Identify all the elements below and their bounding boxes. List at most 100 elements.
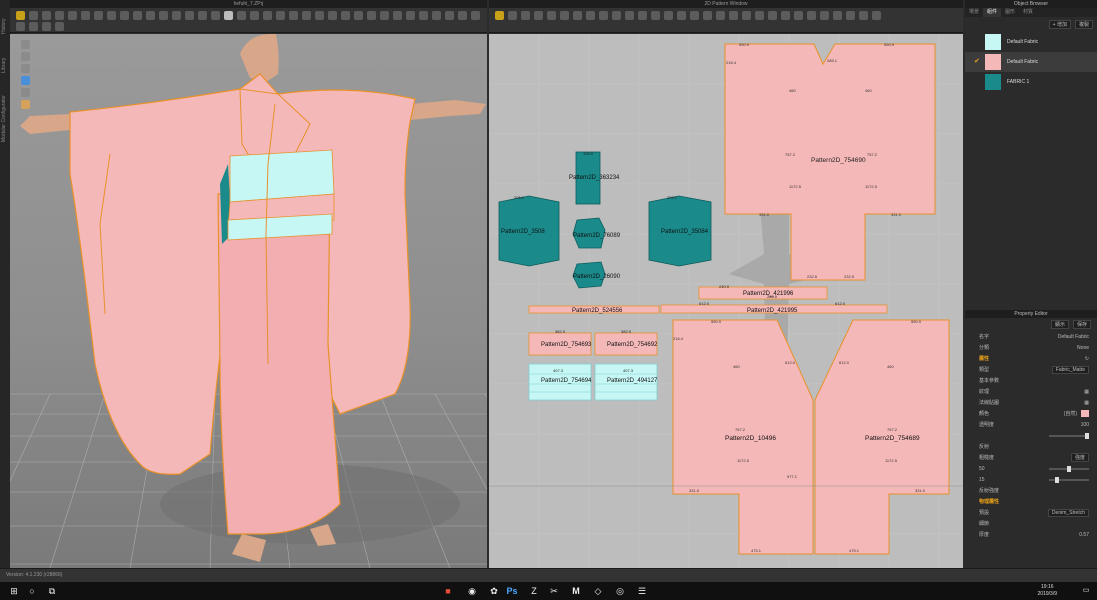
prop-physical-row[interactable]: 物理屬性 [965, 496, 1097, 507]
dart-icon[interactable] [625, 11, 634, 20]
pants-icon[interactable] [432, 11, 441, 20]
polygon-icon[interactable] [547, 11, 556, 20]
taskbar-clock[interactable]: 19:16 2019/3/9 [1038, 584, 1057, 598]
rail-tab-history[interactable]: History [1, 6, 9, 46]
tab-material[interactable]: 材質 [1019, 8, 1037, 17]
hanger-icon[interactable] [237, 11, 246, 20]
annotation-icon[interactable] [794, 11, 803, 20]
view-mode-icon[interactable] [21, 40, 30, 49]
shoe-icon[interactable] [29, 22, 38, 31]
move-tool-icon[interactable] [29, 11, 38, 20]
symmetry-icon[interactable] [820, 11, 829, 20]
rectangle-icon[interactable] [560, 11, 569, 20]
notification-icon[interactable]: ▭ [1080, 585, 1092, 597]
hairstyle-icon[interactable] [42, 22, 51, 31]
segment-icon[interactable] [729, 11, 738, 20]
grid-icon-2[interactable]: ▦ [1084, 400, 1089, 406]
camera-icon[interactable] [263, 11, 272, 20]
reflect-slider-2[interactable] [1049, 476, 1089, 483]
edit-point-icon[interactable] [508, 11, 517, 20]
tape-2d-icon[interactable] [846, 11, 855, 20]
free-seam-icon[interactable] [664, 11, 673, 20]
measure-2d-icon[interactable] [859, 11, 868, 20]
avatar-tool-icon[interactable] [146, 11, 155, 20]
cut-icon[interactable] [380, 11, 389, 20]
app-icon-extra[interactable]: ☰ [636, 585, 648, 597]
graphic-2d-icon[interactable] [755, 11, 764, 20]
app-icon-unity[interactable]: ◇ [592, 585, 604, 597]
steam-tool-icon[interactable] [120, 11, 129, 20]
fabric-item-1[interactable]: ✔ Default Fabric [965, 52, 1097, 72]
3d-viewport[interactable] [10, 34, 487, 568]
app-icon-unreal[interactable]: ◎ [614, 585, 626, 597]
pattern-right-sleeve[interactable]: Pattern2D_35084 205.1 [648, 195, 712, 267]
zipper-tool-icon[interactable] [185, 11, 194, 20]
measure-tool-icon[interactable] [107, 11, 116, 20]
dress-icon[interactable] [419, 11, 428, 20]
size-icon[interactable] [445, 11, 454, 20]
prop-attr-row[interactable]: 屬性 ↻ [965, 353, 1097, 364]
m-sewing-icon[interactable] [716, 11, 725, 20]
circle-icon[interactable] [573, 11, 582, 20]
sewing-icon[interactable] [703, 11, 712, 20]
pin-tool-icon[interactable] [81, 11, 90, 20]
copy-fabric-button[interactable]: 複製 [1074, 20, 1093, 29]
select-tool-icon[interactable] [16, 11, 25, 20]
check-seam-icon[interactable] [677, 11, 686, 20]
pattern-left-sleeve[interactable]: Pattern2D_3508 205.1 [498, 195, 560, 267]
prop-reflect-row[interactable]: 反射 [965, 441, 1097, 452]
zbrush-icon[interactable]: Z [528, 585, 540, 597]
prop-opacity-value[interactable]: 100 [1081, 422, 1089, 428]
reflect-slider-1[interactable] [1049, 465, 1089, 472]
opacity-slider[interactable] [1049, 432, 1089, 439]
task-view-icon[interactable]: ⧉ [46, 585, 58, 597]
texture-2d-icon[interactable] [742, 11, 751, 20]
shirt-icon[interactable] [406, 11, 415, 20]
pattern-pink-small-b[interactable]: Pattern2D_754692 382.9 [594, 329, 658, 356]
office-icon[interactable]: ■ [442, 585, 454, 597]
collision-icon[interactable] [16, 22, 25, 31]
rail-tab-modular[interactable]: Modular Configurator [1, 84, 9, 154]
graphic-icon[interactable] [328, 11, 337, 20]
prop-texture-row[interactable]: 紋理 ▦ [965, 386, 1097, 397]
skin-icon[interactable] [55, 22, 64, 31]
reflect-val1[interactable]: 50 [979, 466, 985, 472]
tab-save[interactable]: 保存 [1072, 320, 1091, 329]
flip-icon[interactable] [393, 11, 402, 20]
prop-basic-row[interactable]: 基本參數 [965, 375, 1097, 386]
windows-start-icon[interactable]: ⊞ [8, 585, 20, 597]
internal-rectangle-icon[interactable] [599, 11, 608, 20]
solidify-icon[interactable] [367, 11, 376, 20]
button-2d-icon[interactable] [768, 11, 777, 20]
edit-pattern-icon[interactable] [495, 11, 504, 20]
internal-polygon-icon[interactable] [586, 11, 595, 20]
shader-select[interactable]: Fabric_Matte [1051, 365, 1089, 374]
grading-icon[interactable] [807, 11, 816, 20]
pattern-cyan-b[interactable]: Pattern2D_494127 407.3 [594, 363, 658, 401]
grid-icon[interactable]: ▦ [1084, 389, 1089, 395]
render-icon[interactable] [250, 11, 259, 20]
transform-tool-icon[interactable] [42, 11, 51, 20]
tack-tool-icon[interactable] [94, 11, 103, 20]
reflect-val2[interactable]: 15 [979, 477, 985, 483]
tape-tool-icon[interactable] [198, 11, 207, 20]
2d-pattern-viewport[interactable]: Pattern2D_754690 550.9 550.9 285.1 216.4… [489, 34, 963, 568]
tab-graphic[interactable]: 圖形 [1001, 8, 1019, 17]
prop-name-value[interactable]: Default Fabric [1058, 334, 1089, 340]
camera-view-icon[interactable] [21, 76, 30, 85]
pattern-cyan-a[interactable]: Pattern2D_754694 407.3 [528, 363, 592, 401]
texture-icon[interactable] [276, 11, 285, 20]
sew-icon[interactable] [302, 11, 311, 20]
avatar-display-icon[interactable] [21, 52, 30, 61]
trace-icon[interactable] [638, 11, 647, 20]
seam-icon[interactable] [651, 11, 660, 20]
color-swatch[interactable] [1081, 410, 1089, 417]
fabric-item-2[interactable]: FABRIC 1 [965, 72, 1097, 92]
light-icon[interactable] [21, 88, 30, 97]
shrink-tool-icon[interactable] [211, 11, 220, 20]
pose-tool-icon[interactable] [159, 11, 168, 20]
photoshop-icon[interactable]: Ps [506, 585, 518, 597]
prop-thickness-value[interactable]: 0.57 [1079, 532, 1089, 538]
marvelous-icon[interactable]: M [570, 585, 582, 597]
simulate-icon[interactable] [224, 11, 233, 20]
